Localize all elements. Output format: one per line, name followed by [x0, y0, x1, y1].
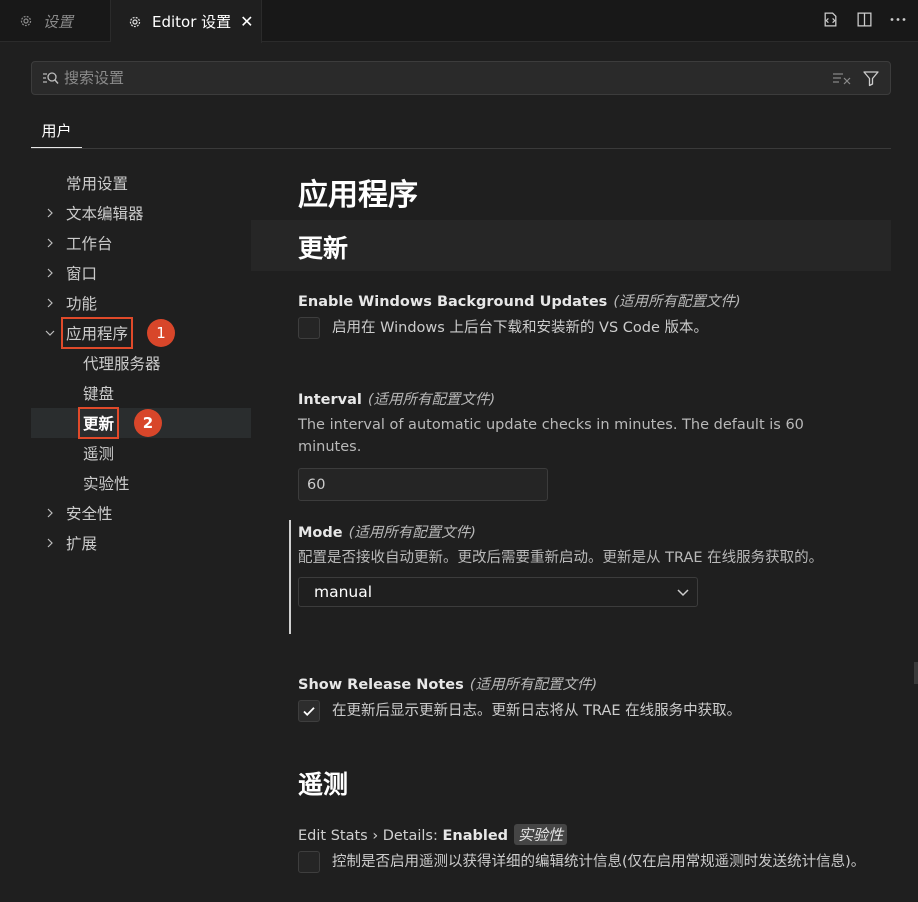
toc-item-security[interactable]: 安全性	[31, 498, 251, 528]
setting-title: Edit Stats › Details: Enabled 实验性	[298, 824, 868, 845]
toc-item-common[interactable]: 常用设置	[31, 168, 251, 198]
setting-title: Show Release Notes (适用所有配置文件)	[298, 673, 868, 694]
toc-item-proxy[interactable]: 代理服务器	[31, 348, 251, 378]
setting-description: 在更新后显示更新日志。更新日志将从 TRAE 在线服务中获取。	[332, 703, 742, 719]
toc-label: 实验性	[83, 475, 130, 493]
toc-label: 文本编辑器	[66, 205, 144, 223]
chevron-right-icon	[47, 538, 53, 548]
mode-select[interactable]: manual	[298, 577, 698, 607]
toc-label-highlighted: 应用程序	[60, 317, 134, 349]
chevron-down-icon	[677, 589, 689, 597]
edit-stats-checkbox[interactable]	[298, 851, 320, 873]
experimental-badge: 实验性	[514, 824, 568, 845]
setting-description: The interval of automatic update checks …	[298, 417, 804, 455]
checkbox-row: 在更新后显示更新日志。更新日志将从 TRAE 在线服务中获取。	[298, 700, 868, 722]
chevron-right-icon	[47, 298, 53, 308]
clear-filter-icon[interactable]	[832, 70, 852, 86]
scope-label: (适用所有配置文件)	[469, 677, 598, 693]
section-title-telemetry: 遥测	[298, 770, 349, 799]
scope-label: (适用所有配置文件)	[348, 525, 476, 541]
setting-title-text: Show Release Notes	[298, 677, 464, 693]
setting-title: Interval (适用所有配置文件)	[298, 388, 868, 409]
toc-item-text-editor[interactable]: 文本编辑器	[31, 198, 251, 228]
toc-item-keyboard[interactable]: 键盘	[31, 378, 251, 408]
setting-release-notes: Show Release Notes (适用所有配置文件) 在更新后显示更新日志。…	[298, 673, 868, 722]
settings-toc: 常用设置 文本编辑器 工作台 窗口 功能 应用程序 1 代理服务器 键盘 更新 …	[31, 168, 251, 558]
toc-item-experimental[interactable]: 实验性	[31, 468, 251, 498]
divider	[31, 148, 891, 149]
open-settings-json-icon[interactable]	[820, 9, 840, 29]
setting-edit-stats: Edit Stats › Details: Enabled 实验性 控制是否启用遥…	[298, 824, 868, 873]
split-editor-icon[interactable]	[854, 9, 874, 29]
toc-item-workbench[interactable]: 工作台	[31, 228, 251, 258]
tab-editor-settings[interactable]: Editor 设置 ✕	[111, 0, 262, 43]
scope-label: (适用所有配置文件)	[367, 392, 496, 408]
chevron-right-icon	[47, 508, 53, 518]
section-title-update: 更新	[298, 234, 349, 263]
setting-description: 控制是否启用遥测以获得详细的编辑统计信息(仅在启用常规遥测时发送统计信息)。	[332, 854, 866, 870]
filter-icon[interactable]	[862, 69, 880, 87]
setting-description: 启用在 Windows 上后台下载和安装新的 VS Code 版本。	[332, 320, 709, 336]
gear-icon	[20, 15, 32, 27]
setting-title: Mode (适用所有配置文件)	[298, 521, 868, 542]
annotation-badge-2: 2	[134, 409, 162, 437]
settings-content: 应用程序 更新 Enable Windows Background Update…	[251, 160, 918, 902]
tab-settings[interactable]: 设置	[0, 0, 111, 42]
setting-mode: Mode (适用所有配置文件) 配置是否接收自动更新。更改后需要重新启动。更新是从…	[298, 521, 868, 607]
checkbox-row: 启用在 Windows 上后台下载和安装新的 VS Code 版本。	[298, 317, 868, 339]
setting-title-text: Mode	[298, 525, 343, 541]
release-notes-checkbox[interactable]	[298, 700, 320, 722]
chevron-right-icon	[47, 268, 53, 278]
tab-actions	[820, 9, 908, 29]
scrollbar[interactable]	[914, 662, 918, 684]
toc-item-features[interactable]: 功能	[31, 288, 251, 318]
toc-label: 工作台	[66, 235, 113, 253]
background-updates-checkbox[interactable]	[298, 317, 320, 339]
chevron-right-icon	[47, 238, 53, 248]
tab-user-scope[interactable]: 用户	[31, 113, 82, 148]
checkbox-row: 控制是否启用遥测以获得详细的编辑统计信息(仅在启用常规遥测时发送统计信息)。	[298, 851, 868, 873]
toc-label-highlighted: 更新	[77, 407, 120, 439]
setting-title-text: Enable Windows Background Updates	[298, 294, 608, 310]
setting-title-text: Enabled	[442, 828, 509, 844]
editor-tab-bar: 设置 Editor 设置 ✕	[0, 0, 918, 43]
setting-interval: Interval (适用所有配置文件) The interval of autom…	[298, 388, 868, 501]
setting-title-prefix: Edit Stats › Details:	[298, 828, 443, 844]
setting-title: Enable Windows Background Updates (适用所有配置…	[298, 290, 868, 311]
search-input[interactable]	[62, 68, 832, 88]
toc-label: 扩展	[66, 535, 98, 553]
toc-label: 窗口	[66, 265, 98, 283]
gear-icon	[129, 16, 141, 27]
mode-select-value: manual	[314, 583, 373, 601]
tab-editor-settings-label: Editor 设置	[152, 13, 232, 31]
more-actions-icon[interactable]	[888, 9, 908, 29]
toc-label: 键盘	[83, 385, 115, 403]
setting-background-updates: Enable Windows Background Updates (适用所有配置…	[298, 290, 868, 339]
interval-input[interactable]	[298, 468, 548, 501]
chevron-down-icon	[45, 330, 55, 336]
settings-search-box	[31, 61, 891, 95]
checkmark-icon	[303, 707, 315, 716]
tab-settings-label: 设置	[43, 12, 74, 31]
annotation-badge-1: 1	[147, 319, 175, 347]
setting-description: 配置是否接收自动更新。更改后需要重新启动。更新是从 TRAE 在线服务获取的。	[298, 550, 824, 566]
page-title: 应用程序	[298, 178, 418, 213]
toc-label: 遥测	[83, 445, 115, 463]
toc-label: 安全性	[66, 505, 113, 523]
focus-indicator	[289, 520, 291, 634]
toc-label: 常用设置	[66, 175, 129, 193]
toc-label: 代理服务器	[83, 355, 161, 373]
chevron-right-icon	[47, 208, 53, 218]
toc-label: 功能	[66, 295, 98, 313]
close-icon[interactable]: ✕	[240, 12, 253, 31]
setting-title-text: Interval	[298, 392, 362, 408]
search-icon	[43, 72, 59, 84]
scope-label: (适用所有配置文件)	[613, 294, 741, 310]
toc-item-application[interactable]: 应用程序 1	[31, 317, 251, 349]
toc-item-extensions[interactable]: 扩展	[31, 528, 251, 558]
toc-item-update[interactable]: 更新 2	[31, 407, 251, 439]
toc-item-window[interactable]: 窗口	[31, 258, 251, 288]
toc-item-telemetry[interactable]: 遥测	[31, 438, 251, 468]
